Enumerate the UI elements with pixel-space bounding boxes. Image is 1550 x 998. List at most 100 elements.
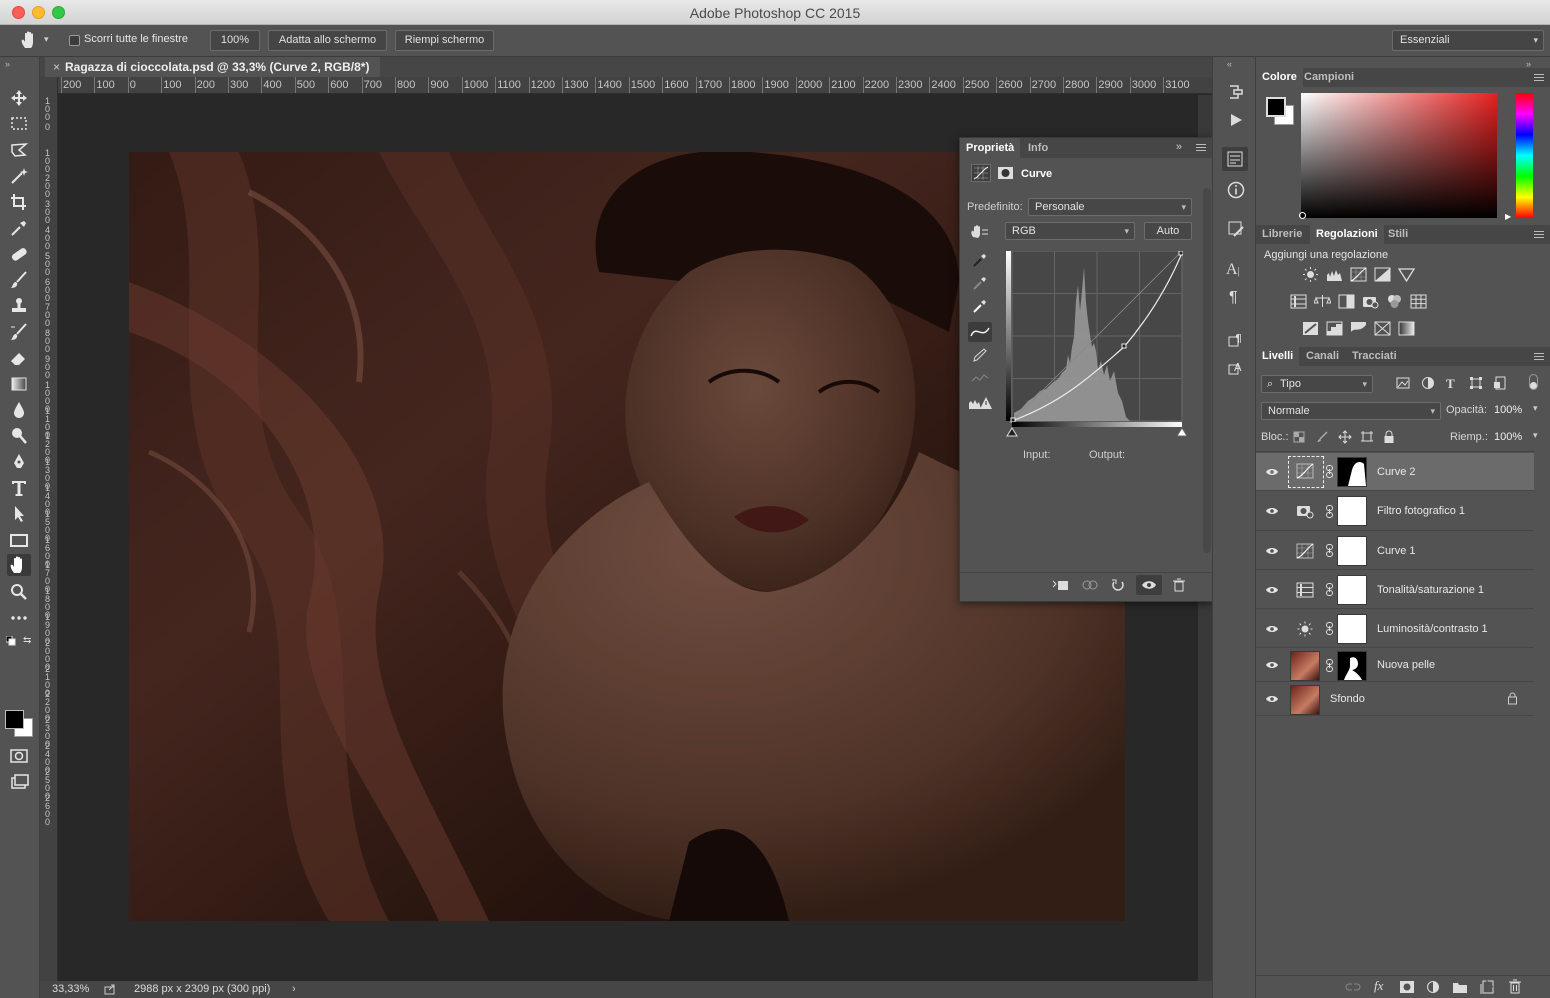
- layer-mask-thumbnail[interactable]: [1337, 457, 1367, 487]
- workspace-select[interactable]: Essenziali ▾: [1392, 30, 1544, 51]
- view-previous-state-icon[interactable]: [1080, 578, 1100, 592]
- layer-mask-icon[interactable]: [997, 165, 1014, 181]
- visibility-eye-icon[interactable]: [1265, 544, 1279, 558]
- link-icon[interactable]: [1326, 465, 1333, 478]
- gradient-tool-icon[interactable]: [7, 373, 31, 395]
- layer-mask-thumbnail[interactable]: [1337, 496, 1367, 526]
- hand-tool-icon[interactable]: [7, 554, 31, 576]
- blur-tool-icon[interactable]: [7, 399, 31, 421]
- chevron-down-icon[interactable]: ▾: [1533, 430, 1538, 441]
- tab-styles[interactable]: Stili: [1382, 225, 1414, 244]
- collapse-strip-icon[interactable]: «: [1227, 59, 1232, 69]
- visibility-eye-icon[interactable]: [1265, 583, 1279, 597]
- link-icon[interactable]: [1326, 544, 1333, 557]
- delete-layer-trash-icon[interactable]: [1508, 979, 1522, 994]
- layer-row-photo-filter-1[interactable]: Filtro fotografico 1: [1256, 492, 1534, 531]
- color-lookup-icon[interactable]: [1410, 294, 1427, 309]
- eyedropper-tool-icon[interactable]: [7, 217, 31, 239]
- new-adjustment-layer-icon[interactable]: [1426, 980, 1440, 994]
- tab-channels[interactable]: Canali: [1300, 347, 1345, 366]
- properties-scrollbar[interactable]: [1203, 188, 1211, 553]
- close-document-icon[interactable]: ×: [53, 57, 60, 77]
- curves-graph[interactable]: [1006, 251, 1183, 428]
- curves-icon[interactable]: [1350, 267, 1367, 282]
- new-group-folder-icon[interactable]: [1452, 980, 1468, 994]
- history-panel-icon[interactable]: [1226, 82, 1246, 102]
- link-layers-icon[interactable]: [1345, 981, 1361, 993]
- info-panel-icon[interactable]: [1226, 180, 1246, 200]
- gradient-map-icon[interactable]: [1398, 321, 1415, 336]
- collapse-panel-icon[interactable]: »: [5, 59, 10, 69]
- lock-all-icon[interactable]: [1383, 430, 1395, 444]
- fit-screen-button[interactable]: Adatta allo schermo: [268, 30, 387, 51]
- threshold-icon[interactable]: [1350, 321, 1367, 336]
- lock-pixels-icon[interactable]: [1316, 431, 1328, 443]
- exposure-icon[interactable]: [1374, 267, 1391, 282]
- photo-filter-icon[interactable]: [1362, 294, 1379, 309]
- invert-icon[interactable]: [1302, 321, 1319, 336]
- lasso-tool-icon[interactable]: [7, 139, 31, 161]
- layer-row-hue-saturation-1[interactable]: Tonalità/saturazione 1: [1256, 571, 1534, 609]
- color-picker-handle[interactable]: [1299, 212, 1306, 219]
- tab-libraries[interactable]: Librerie: [1256, 225, 1308, 244]
- panel-menu-icon[interactable]: [1534, 74, 1544, 81]
- zoom-level[interactable]: 33,33%: [52, 983, 89, 995]
- panel-menu-icon[interactable]: [1534, 353, 1544, 360]
- levels-icon[interactable]: [1326, 267, 1343, 282]
- on-image-adjust-icon[interactable]: [969, 224, 989, 240]
- scroll-all-windows-checkbox[interactable]: [69, 35, 80, 46]
- default-colors-icon[interactable]: [6, 636, 16, 646]
- hand-tool-preset-icon[interactable]: [19, 30, 41, 50]
- layer-row-background[interactable]: Sfondo: [1256, 683, 1534, 716]
- tab-properties[interactable]: Proprietà: [960, 138, 1021, 158]
- visibility-eye-icon[interactable]: [1265, 658, 1279, 672]
- link-icon[interactable]: [1326, 659, 1333, 672]
- horizontal-ruler[interactable]: 200 100 0 100 200 300 400 500 600 700 800 900 1000 11…: [58, 77, 1212, 94]
- zoom-100-button[interactable]: 100%: [210, 30, 260, 51]
- curves-adjustment-icon[interactable]: [971, 164, 991, 182]
- foreground-color-swatch[interactable]: [1266, 97, 1286, 117]
- tab-info[interactable]: Info: [1022, 138, 1054, 158]
- visibility-eye-icon[interactable]: [1265, 465, 1279, 479]
- filter-toggle[interactable]: [1529, 374, 1538, 390]
- clone-stamp-tool-icon[interactable]: [7, 295, 31, 317]
- blend-mode-select[interactable]: Normale ▾: [1261, 402, 1441, 420]
- layer-row-curve-2[interactable]: Curve 2: [1256, 453, 1534, 491]
- actions-panel-icon[interactable]: [1227, 111, 1245, 129]
- filter-type-icon[interactable]: T: [1446, 376, 1455, 392]
- hue-saturation-icon[interactable]: [1290, 294, 1307, 309]
- filter-smart-object-icon[interactable]: [1493, 376, 1507, 390]
- trash-icon[interactable]: [1172, 578, 1186, 592]
- visibility-eye-icon[interactable]: [1265, 622, 1279, 636]
- layer-mask-thumbnail[interactable]: [1337, 575, 1367, 605]
- properties-panel-icon[interactable]: [1222, 147, 1248, 171]
- eraser-tool-icon[interactable]: [7, 347, 31, 369]
- magic-wand-tool-icon[interactable]: [7, 165, 31, 187]
- chevron-right-icon[interactable]: ›: [292, 983, 296, 995]
- brightness-contrast-icon[interactable]: [1302, 267, 1319, 282]
- panel-menu-icon[interactable]: [1534, 231, 1544, 238]
- tab-layers[interactable]: Livelli: [1256, 347, 1300, 366]
- more-tools-icon[interactable]: [7, 607, 31, 629]
- swap-colors-icon[interactable]: ⇆: [23, 635, 31, 646]
- crop-tool-icon[interactable]: [7, 191, 31, 213]
- tab-swatches[interactable]: Campioni: [1298, 68, 1360, 87]
- tab-color[interactable]: Colore: [1256, 68, 1303, 87]
- vertical-ruler[interactable]: 100 0 100 200 300 400 500 600 700 800 900 1000 1100 1…: [40, 77, 58, 981]
- layer-filter-select[interactable]: ⌕ Tipo ▾: [1261, 375, 1373, 393]
- selective-color-icon[interactable]: [1374, 321, 1391, 336]
- channel-mixer-icon[interactable]: [1386, 294, 1403, 309]
- hue-slider[interactable]: [1516, 93, 1533, 218]
- link-icon[interactable]: [1326, 622, 1333, 635]
- export-icon[interactable]: [104, 984, 116, 995]
- black-white-icon[interactable]: [1338, 294, 1355, 309]
- white-point-eyedropper-icon[interactable]: [972, 298, 988, 314]
- hue-slider-handle[interactable]: ▶: [1505, 212, 1511, 221]
- link-icon[interactable]: [1326, 583, 1333, 596]
- tab-paths[interactable]: Tracciati: [1346, 347, 1403, 366]
- filter-pixel-icon[interactable]: [1396, 376, 1410, 390]
- move-tool-icon[interactable]: [7, 87, 31, 109]
- lock-artboard-icon[interactable]: [1360, 430, 1374, 444]
- layer-thumbnail[interactable]: [1290, 651, 1320, 681]
- curve-point-tool-icon[interactable]: [968, 322, 992, 342]
